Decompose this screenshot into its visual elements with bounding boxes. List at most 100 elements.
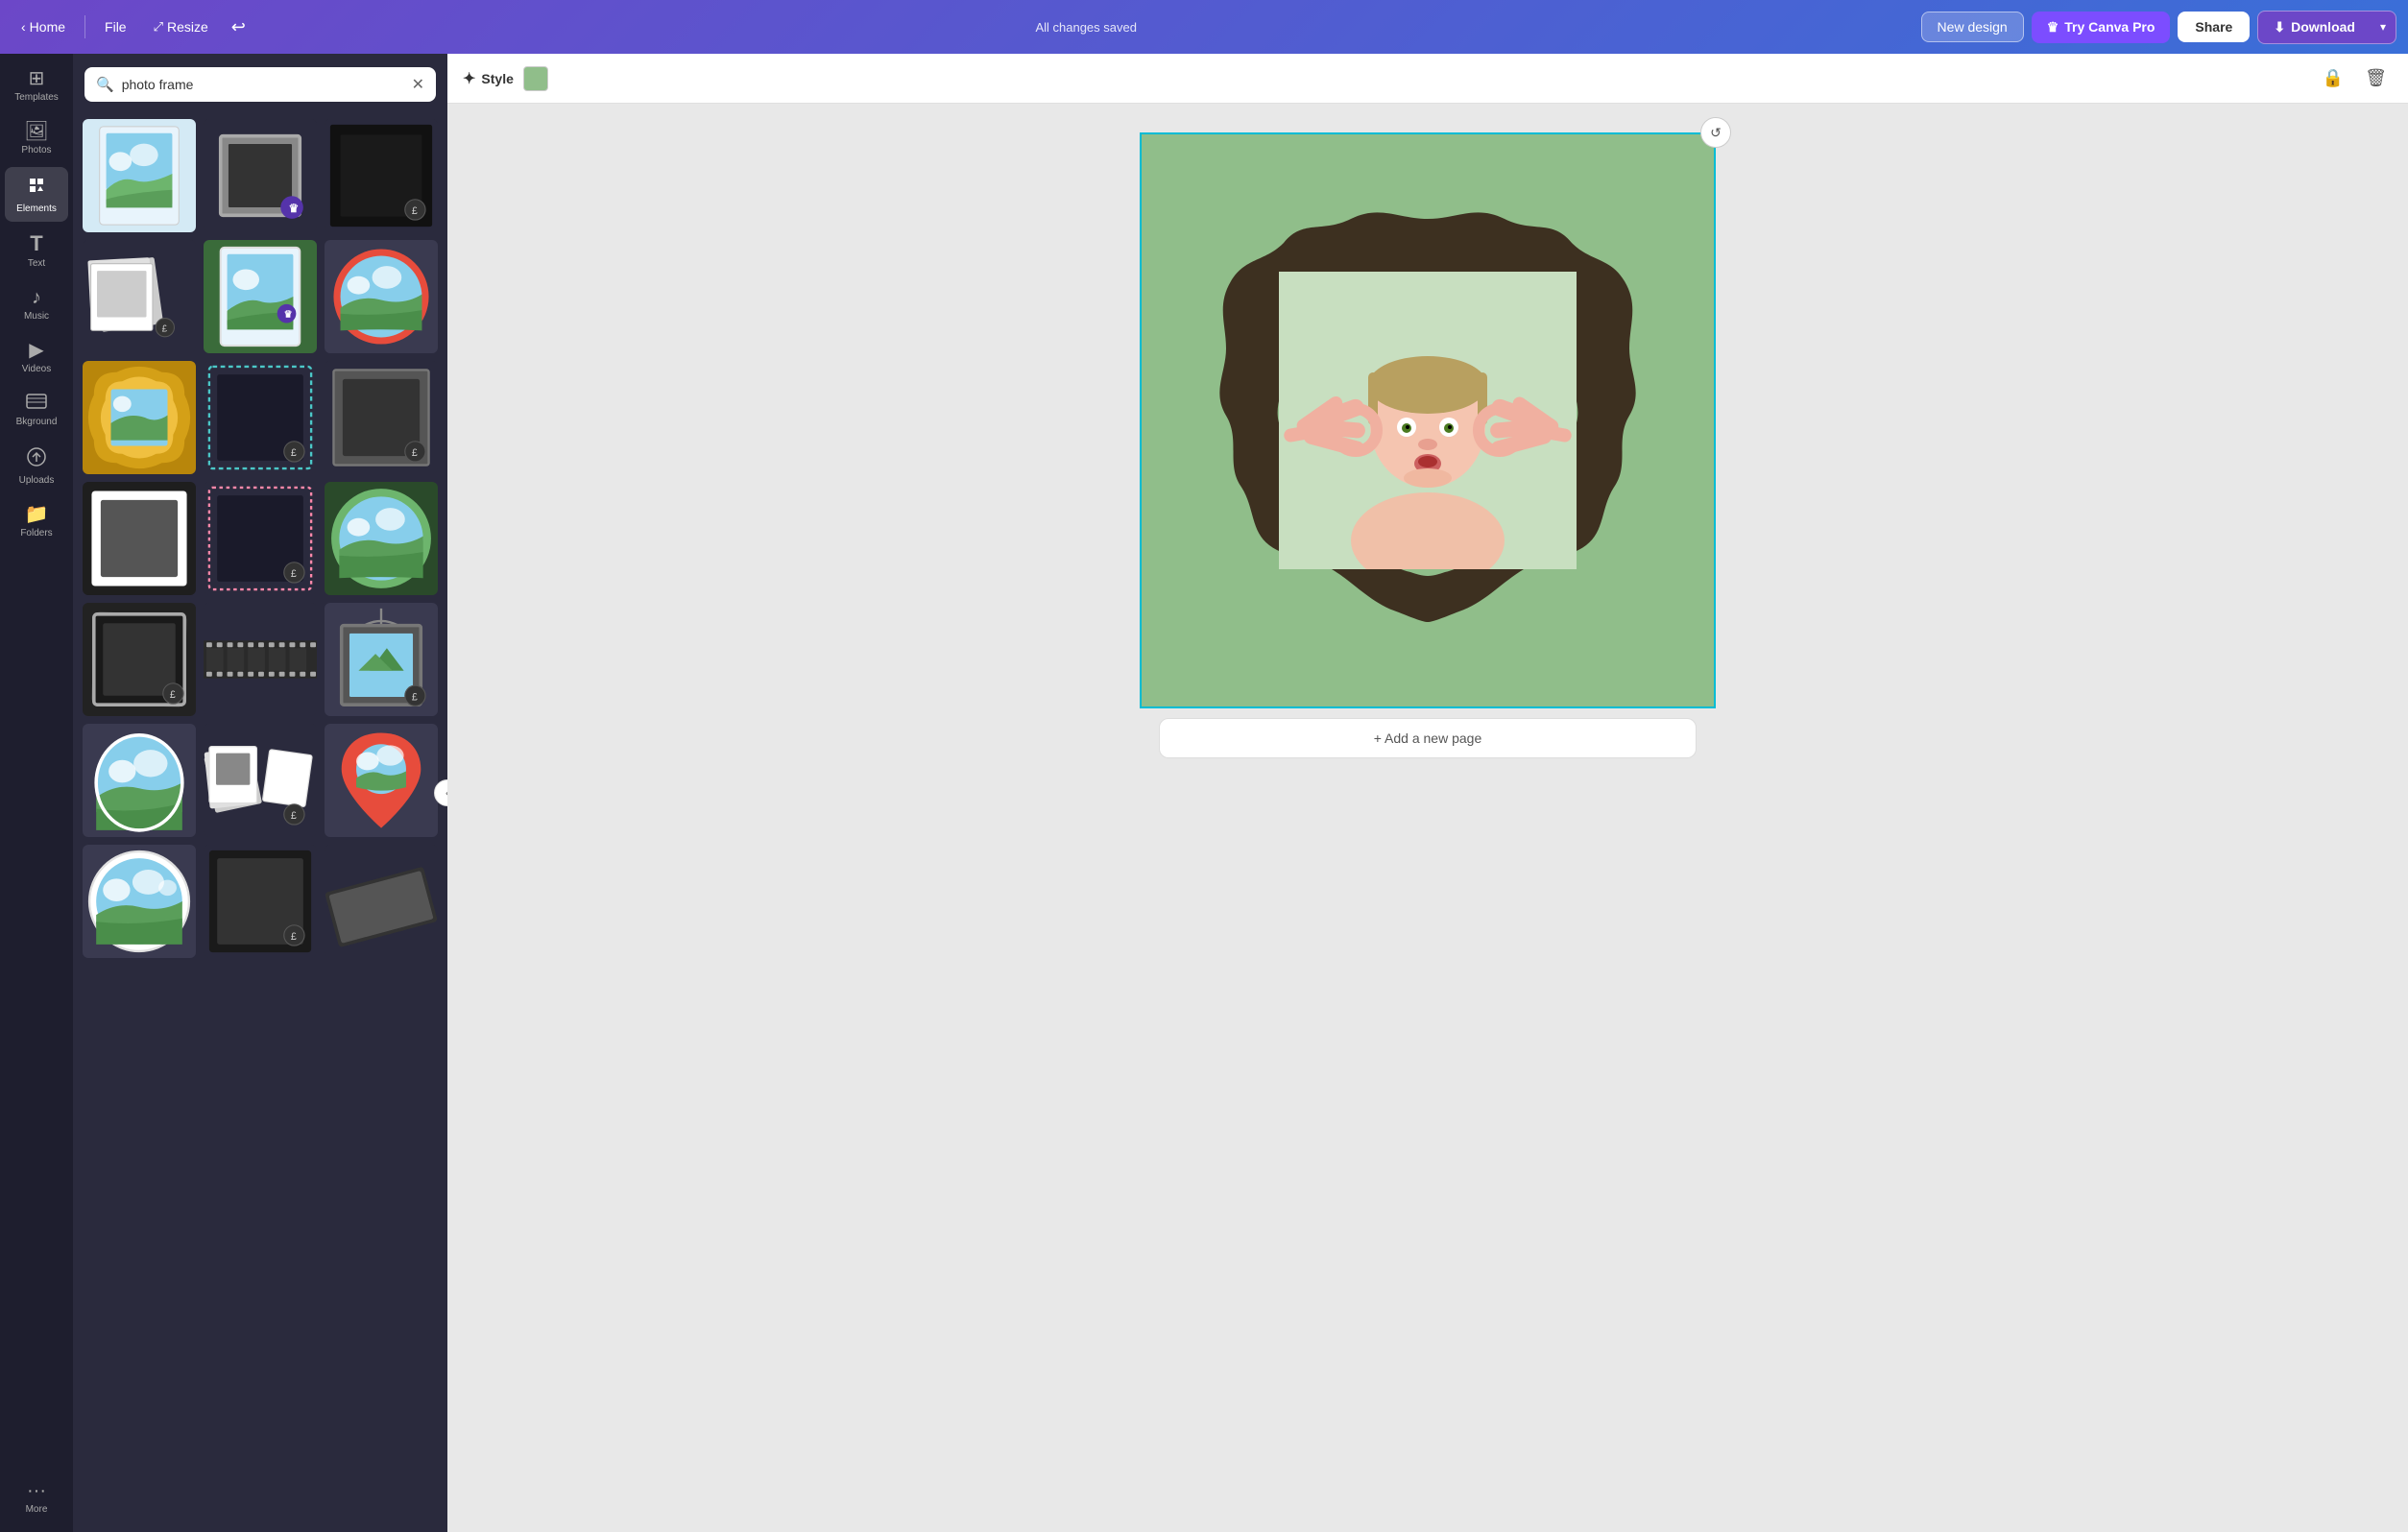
search-panel: 🔍 ✕: [73, 54, 447, 1532]
sidebar-item-more[interactable]: ··· More: [5, 1473, 68, 1522]
download-button[interactable]: ⬇ Download: [2257, 11, 2371, 44]
share-button[interactable]: Share: [2178, 12, 2250, 42]
text-icon: T: [30, 233, 42, 254]
magic-style-button[interactable]: ✦ Style: [463, 69, 514, 88]
sidebar-label-more: More: [26, 1504, 48, 1515]
add-page-button[interactable]: + Add a new page: [1159, 718, 1697, 758]
saved-status: All changes saved: [259, 20, 1914, 35]
svg-text:£: £: [291, 447, 297, 459]
canvas-scroll-area[interactable]: ⧉ ⊞ + ↺: [447, 104, 2408, 1532]
search-input-wrap: 🔍 ✕: [84, 67, 436, 102]
download-icon: ⬇: [2274, 19, 2285, 36]
frame-result-11[interactable]: £: [204, 482, 317, 595]
svg-text:£: £: [170, 689, 176, 701]
chevron-left-icon: ‹: [21, 19, 26, 35]
sidebar-label-uploads: Uploads: [19, 475, 55, 486]
crown-icon: ♛: [2047, 19, 2059, 36]
style-label: Style: [481, 71, 513, 86]
frame-result-13[interactable]: £: [83, 603, 196, 716]
frame-result-8[interactable]: £: [204, 361, 317, 474]
sidebar-item-templates[interactable]: ⊞ Templates: [5, 61, 68, 110]
sidebar-label-templates: Templates: [14, 92, 59, 103]
svg-text:£: £: [291, 931, 297, 943]
svg-text:£: £: [412, 691, 418, 703]
resize-button[interactable]: ⤢ Resize: [144, 13, 218, 40]
frame-result-12[interactable]: [325, 482, 438, 595]
search-bar: 🔍 ✕: [73, 54, 447, 111]
canvas-toolbar: ✦ Style 🔒 🗑: [447, 54, 2408, 104]
canvas-frame[interactable]: ↺: [1140, 132, 1716, 708]
frame-result-7[interactable]: [83, 361, 196, 474]
search-input[interactable]: [122, 77, 404, 92]
frame-result-19[interactable]: [83, 845, 196, 958]
nav-separator-1: [84, 15, 85, 38]
sidebar-label-music: Music: [24, 311, 49, 322]
frame-result-6[interactable]: [325, 240, 438, 353]
frame-result-10[interactable]: [83, 482, 196, 595]
frame-result-15[interactable]: £: [325, 603, 438, 716]
file-label: File: [105, 19, 127, 35]
clear-search-button[interactable]: ✕: [412, 75, 424, 94]
frame-result-4[interactable]: £: [83, 240, 196, 353]
download-group: ⬇ Download ▾: [2257, 11, 2396, 44]
file-button[interactable]: File: [95, 13, 136, 40]
lock-button[interactable]: 🔒: [2317, 64, 2349, 92]
sidebar-item-photos[interactable]: 🖼 Photos: [5, 114, 68, 163]
elements-icon: [26, 175, 47, 200]
canvas-wrapper: ⧉ ⊞ + ↺: [1140, 132, 1716, 768]
frame-result-2[interactable]: ♛: [204, 119, 317, 232]
search-results-grid: ♛ £ £: [73, 111, 447, 1532]
rotate-handle[interactable]: ↺: [1700, 117, 1731, 148]
sidebar-item-videos[interactable]: ▶ Videos: [5, 333, 68, 382]
decorative-frame[interactable]: [1207, 200, 1649, 641]
frame-result-1[interactable]: [83, 119, 196, 232]
frame-result-16[interactable]: [83, 724, 196, 837]
photo-content: [1279, 272, 1577, 569]
top-navigation: ‹ Home File ⤢ Resize ↩ All changes saved…: [0, 0, 2408, 54]
templates-icon: ⊞: [29, 69, 45, 88]
search-icon: 🔍: [96, 76, 114, 93]
sidebar-label-background: Bkground: [16, 417, 58, 427]
sidebar-label-photos: Photos: [21, 145, 51, 156]
frame-result-18[interactable]: [325, 724, 438, 837]
resize-icon: ⤢: [154, 19, 163, 35]
frame-result-5[interactable]: ♛: [204, 240, 317, 353]
sidebar-label-folders: Folders: [20, 528, 52, 539]
music-icon: ♪: [32, 288, 41, 307]
sidebar-item-music[interactable]: ♪ Music: [5, 280, 68, 329]
color-swatch[interactable]: [523, 66, 548, 91]
lock-icon: 🔒: [2323, 68, 2344, 87]
sidebar-item-text[interactable]: T Text: [5, 226, 68, 276]
nav-right-actions: New design ♛ Try Canva Pro Share ⬇ Downl…: [1921, 11, 2396, 44]
sidebar-label-text: Text: [28, 258, 45, 269]
trash-button[interactable]: 🗑: [2359, 64, 2393, 92]
svg-text:♛: ♛: [284, 310, 293, 321]
try-pro-button[interactable]: ♛ Try Canva Pro: [2032, 12, 2171, 43]
frame-result-20[interactable]: £: [204, 845, 317, 958]
videos-icon: ▶: [29, 341, 43, 360]
svg-text:£: £: [291, 568, 297, 580]
resize-label: Resize: [167, 19, 208, 35]
sidebar-item-background[interactable]: Bkground: [5, 386, 68, 435]
svg-text:£: £: [412, 205, 418, 217]
folders-icon: 📁: [25, 505, 49, 524]
background-icon: [26, 394, 47, 413]
trash-icon: 🗑: [2365, 68, 2387, 87]
home-button[interactable]: ‹ Home: [12, 13, 75, 40]
frame-result-9[interactable]: £: [325, 361, 438, 474]
sidebar-item-folders[interactable]: 📁 Folders: [5, 497, 68, 546]
frame-result-17[interactable]: £: [204, 724, 317, 837]
download-caret-button[interactable]: ▾: [2371, 11, 2396, 44]
undo-button[interactable]: ↩: [226, 12, 252, 43]
icon-sidebar: ⊞ Templates 🖼 Photos Elements T Text ♪ M…: [0, 54, 73, 1532]
frame-result-3[interactable]: £: [325, 119, 438, 232]
frame-result-14[interactable]: [204, 603, 317, 716]
photos-icon: 🖼: [24, 122, 48, 141]
magic-icon: ✦: [463, 69, 475, 88]
svg-text:£: £: [291, 810, 297, 822]
new-design-button[interactable]: New design: [1921, 12, 2024, 42]
sidebar-label-elements: Elements: [16, 203, 57, 214]
sidebar-item-elements[interactable]: Elements: [5, 167, 68, 222]
sidebar-item-uploads[interactable]: Uploads: [5, 439, 68, 493]
frame-result-21[interactable]: [325, 845, 438, 958]
